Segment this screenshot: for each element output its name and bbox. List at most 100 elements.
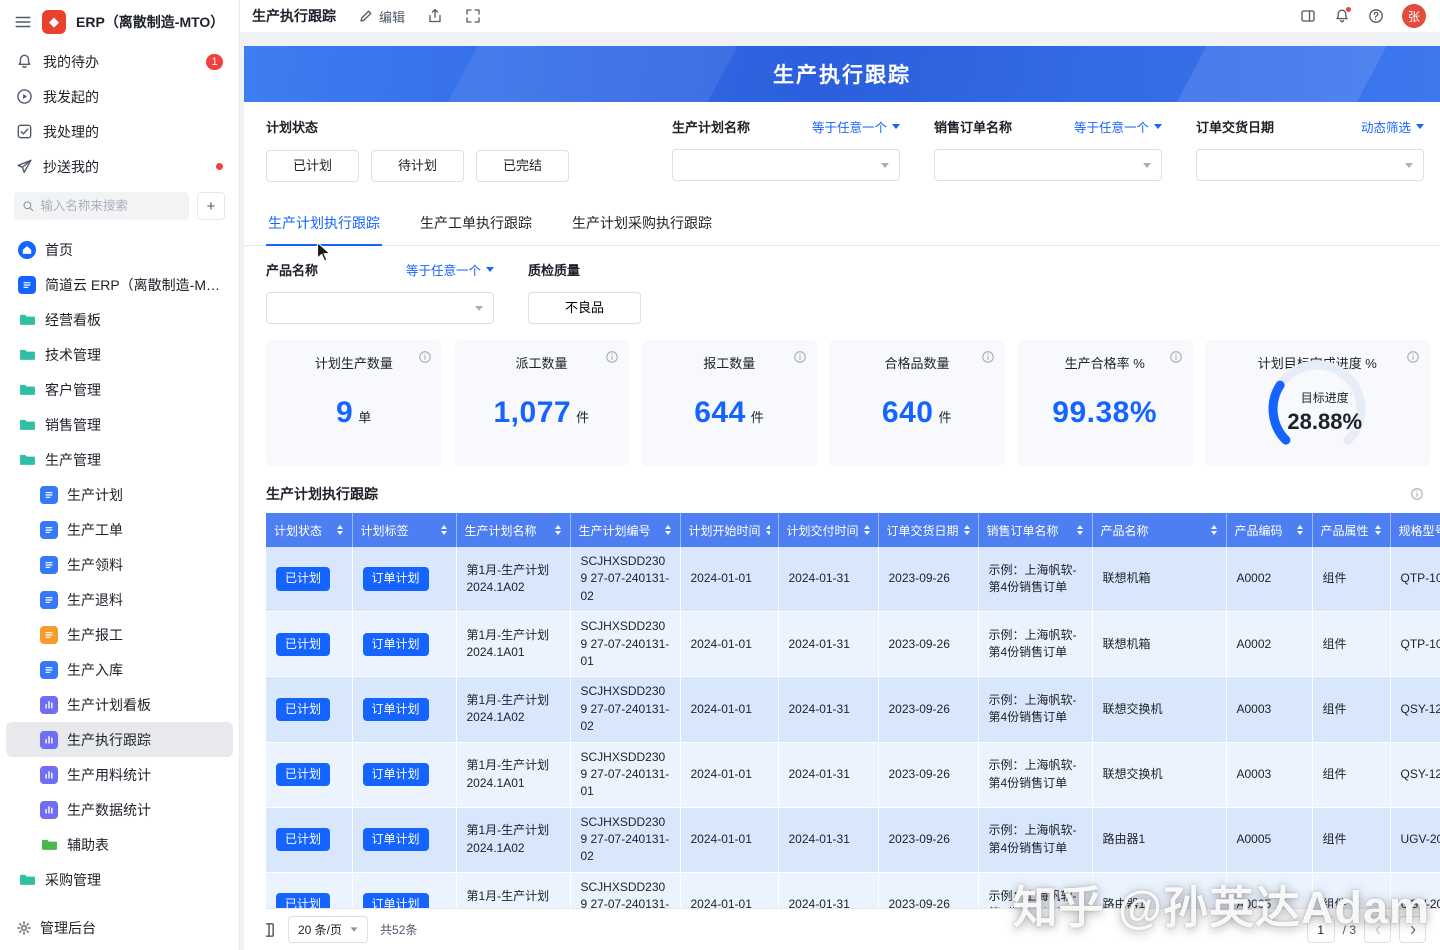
- column-header-8[interactable]: 销售订单名称: [978, 513, 1092, 547]
- info-icon[interactable]: [418, 350, 432, 364]
- info-icon[interactable]: [1169, 350, 1183, 364]
- column-header-12[interactable]: 规格型号: [1390, 513, 1440, 547]
- sort-icon[interactable]: [1296, 525, 1304, 535]
- sidebar-item-customer-mgmt[interactable]: 客户管理: [6, 372, 233, 407]
- search-box[interactable]: [14, 192, 189, 220]
- tab-3[interactable]: 生产计划采购执行跟踪: [570, 200, 714, 245]
- sidebar-item-production-mgmt[interactable]: 生产管理: [6, 442, 233, 477]
- column-header-9[interactable]: 产品名称: [1092, 513, 1226, 547]
- sidebar-item-aux-tables[interactable]: 辅助表: [6, 827, 233, 862]
- cell-start: 2024-01-01: [680, 872, 778, 908]
- add-button[interactable]: +: [197, 192, 225, 220]
- tab-2[interactable]: 生产工单执行跟踪: [418, 200, 534, 245]
- bell-icon[interactable]: [1334, 8, 1350, 24]
- filter-select[interactable]: [672, 149, 900, 181]
- filter-operator[interactable]: 动态筛选: [1361, 117, 1424, 136]
- column-header-11[interactable]: 产品属性: [1312, 513, 1390, 547]
- hamburger-menu-icon[interactable]: [14, 13, 32, 31]
- filter-label: 产品名称: [266, 260, 318, 279]
- sidebar-item-purchase-mgmt[interactable]: 采购管理: [6, 862, 233, 897]
- bell-icon: [16, 53, 33, 70]
- sidebar-item-prod-workorder[interactable]: 生产工单: [6, 512, 233, 547]
- column-header-6[interactable]: 计划交付时间: [778, 513, 878, 547]
- sort-icon[interactable]: [440, 525, 448, 535]
- cell-due: 2024-01-31: [778, 807, 878, 872]
- filter-operator[interactable]: 等于任意一个: [812, 117, 900, 136]
- info-icon[interactable]: [605, 350, 619, 364]
- sidebar-item-prod-exec-track[interactable]: 生产执行跟踪: [6, 722, 233, 757]
- table-row[interactable]: 已计划订单计划第1月-生产计划 2024.1A02SCJHXSDD2309 27…: [266, 547, 1440, 612]
- status-button-3[interactable]: 已完结: [476, 150, 569, 182]
- share-icon[interactable]: [427, 8, 443, 24]
- status-badge: 已计划: [276, 893, 330, 908]
- table-row[interactable]: 已计划订单计划第1月-生产计划 2024.1A01SCJHXSDD2309 27…: [266, 872, 1440, 908]
- filter-select[interactable]: [266, 292, 494, 324]
- sidebar-item-prod-return[interactable]: 生产退料: [6, 582, 233, 617]
- sidebar-item-app-root[interactable]: 简道云 ERP（离散制造-MTO）: [6, 267, 233, 302]
- column-header-1[interactable]: 计划状态: [266, 513, 352, 547]
- sort-icon[interactable]: [1076, 525, 1084, 535]
- sort-icon[interactable]: [336, 525, 344, 535]
- prev-page-button[interactable]: [1364, 916, 1391, 943]
- admin-label: 管理后台: [40, 918, 96, 938]
- sort-icon[interactable]: [765, 525, 770, 535]
- cell-attr: 组件: [1312, 872, 1390, 908]
- status-button-2[interactable]: 待计划: [371, 150, 464, 182]
- next-page-button[interactable]: [1399, 916, 1426, 943]
- sidebar-item-prod-data-stats[interactable]: 生产数据统计: [6, 792, 233, 827]
- search-input[interactable]: [40, 199, 181, 213]
- sidebar-item-inventory-mgmt[interactable]: 库存管理: [6, 897, 233, 906]
- help-icon[interactable]: [1368, 8, 1384, 24]
- column-header-7[interactable]: 订单交货日期: [878, 513, 978, 547]
- edit-button[interactable]: 编辑: [358, 7, 405, 26]
- sort-icon[interactable]: [664, 525, 672, 535]
- page-input[interactable]: [1307, 916, 1335, 943]
- sort-icon[interactable]: [554, 525, 562, 535]
- sidebar-item-biz-board[interactable]: 经营看板: [6, 302, 233, 337]
- panel-toggle-icon[interactable]: [1300, 8, 1316, 24]
- filter-select[interactable]: [934, 149, 1162, 181]
- defective-filter-button[interactable]: 不良品: [528, 292, 641, 324]
- filter-select[interactable]: [1196, 149, 1424, 181]
- filter-operator[interactable]: 等于任意一个: [1074, 117, 1162, 136]
- sort-icon[interactable]: [1374, 525, 1382, 535]
- sidebar-item-handled[interactable]: 我处理的: [0, 114, 239, 149]
- sidebar-item-tech-mgmt[interactable]: 技术管理: [6, 337, 233, 372]
- cell-status: 已计划: [266, 547, 352, 612]
- sort-icon[interactable]: [863, 525, 870, 535]
- sort-icon[interactable]: [963, 525, 970, 535]
- sidebar-item-prod-inbound[interactable]: 生产入库: [6, 652, 233, 687]
- sidebar-item-sales-mgmt[interactable]: 销售管理: [6, 407, 233, 442]
- column-header-10[interactable]: 产品编码: [1226, 513, 1312, 547]
- page-size-select[interactable]: 20 条/页: [288, 916, 368, 943]
- column-settings-icon[interactable]: [266, 921, 276, 939]
- fullscreen-icon[interactable]: [465, 8, 481, 24]
- sort-icon[interactable]: [1210, 525, 1218, 535]
- app-title: ERP（离散制造-MTO）: [76, 12, 224, 32]
- sidebar-item-prod-plan-board[interactable]: 生产计划看板: [6, 687, 233, 722]
- sidebar-item-prod-picking[interactable]: 生产领料: [6, 547, 233, 582]
- info-icon[interactable]: [793, 350, 807, 364]
- tab-1[interactable]: 生产计划执行跟踪: [266, 200, 382, 245]
- column-header-4[interactable]: 生产计划编号: [570, 513, 680, 547]
- avatar[interactable]: 张: [1402, 4, 1426, 28]
- sidebar-item-initiated[interactable]: 我发起的: [0, 79, 239, 114]
- table-row[interactable]: 已计划订单计划第1月-生产计划 2024.1A02SCJHXSDD2309 27…: [266, 677, 1440, 742]
- info-icon[interactable]: [1410, 487, 1424, 501]
- filter-operator[interactable]: 等于任意一个: [406, 260, 494, 279]
- info-icon[interactable]: [981, 350, 995, 364]
- sidebar-item-prod-report[interactable]: 生产报工: [6, 617, 233, 652]
- sidebar-item-prod-plan[interactable]: 生产计划: [6, 477, 233, 512]
- sidebar-item-cc[interactable]: 抄送我的: [0, 149, 239, 184]
- sidebar-item-admin[interactable]: 管理后台: [0, 906, 239, 950]
- table-row[interactable]: 已计划订单计划第1月-生产计划 2024.1A01SCJHXSDD2309 27…: [266, 612, 1440, 677]
- sidebar-item-todo[interactable]: 我的待办1: [0, 44, 239, 79]
- column-header-3[interactable]: 生产计划名称: [456, 513, 570, 547]
- sidebar-item-prod-material-stats[interactable]: 生产用料统计: [6, 757, 233, 792]
- table-row[interactable]: 已计划订单计划第1月-生产计划 2024.1A02SCJHXSDD2309 27…: [266, 807, 1440, 872]
- status-button-1[interactable]: 已计划: [266, 150, 359, 182]
- sidebar-item-home[interactable]: 首页: [6, 232, 233, 267]
- column-header-2[interactable]: 计划标签: [352, 513, 456, 547]
- column-header-5[interactable]: 计划开始时间: [680, 513, 778, 547]
- table-row[interactable]: 已计划订单计划第1月-生产计划 2024.1A01SCJHXSDD2309 27…: [266, 742, 1440, 807]
